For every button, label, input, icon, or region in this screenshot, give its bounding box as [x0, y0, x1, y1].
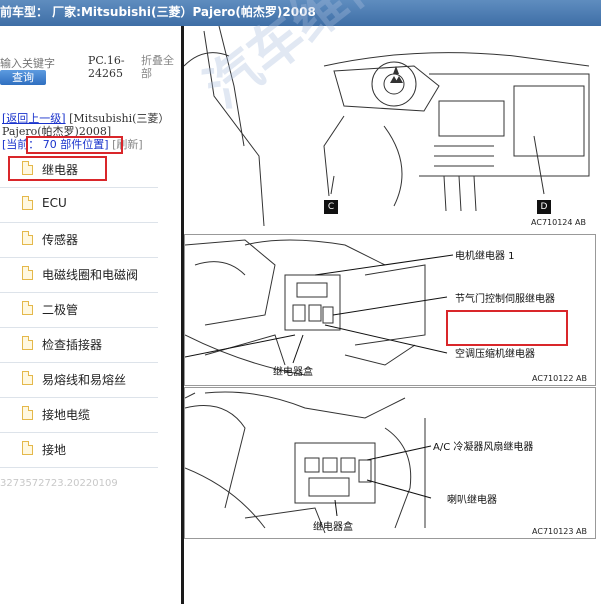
list-item-label: 传感器 — [42, 233, 79, 247]
list-item-label: 接地电缆 — [42, 408, 91, 422]
title-bar: 前车型： 厂家:Mitsubishi(三菱）Pajero(帕杰罗)2008 — [0, 0, 601, 26]
label-d: D — [537, 200, 551, 214]
highlight-box-relay — [8, 156, 107, 181]
callout-relay-box: 继电器盒 — [313, 522, 353, 533]
list-item-check-connector[interactable]: 检查插接器 — [0, 328, 158, 363]
document-icon — [22, 406, 33, 420]
search-button[interactable]: 查询 — [0, 70, 46, 85]
diagram-panel-dashboard: C D AC710124 AB — [184, 26, 594, 229]
callout-throttle-relay: 节气门控制伺服继电器 — [455, 294, 555, 305]
list-item-label: 易熔线和易熔丝 — [42, 373, 127, 387]
list-item-ecu[interactable]: ECU — [0, 188, 158, 223]
dashboard-illustration — [184, 26, 590, 227]
list-item-label: 接地 — [42, 443, 67, 457]
callout-relay-box: 继电器盒 — [273, 367, 313, 378]
fold-all-link[interactable]: 折叠全部 — [141, 54, 181, 80]
document-icon — [22, 336, 33, 350]
callout-motor-relay: 电机继电器 1 — [455, 251, 515, 262]
figure-code: AC710122 AB — [532, 374, 587, 383]
back-link[interactable]: [返回上一级] — [2, 112, 66, 125]
figure-code: AC710123 AB — [532, 527, 587, 536]
document-icon — [22, 371, 33, 385]
diagram-view: C D AC710124 AB 电机继电器 1 节气门控制伺服继电器 空调压缩机… — [184, 26, 601, 604]
list-item-diode[interactable]: 二极管 — [0, 293, 158, 328]
list-item-label: 检查插接器 — [42, 338, 103, 352]
callout-ac-compressor-relay: 空调压缩机继电器 — [455, 349, 535, 360]
document-icon — [22, 441, 33, 455]
list-item-ground[interactable]: 接地 — [0, 433, 158, 468]
search-input[interactable] — [0, 56, 68, 70]
category-list: 继电器 ECU 传感器 电磁线圈和电磁阀 二极管 检查插接器 易熔线和易熔丝 接… — [0, 153, 158, 468]
sidebar: 查询 PC.16-24265 折叠全部 [返回上一级] [Mitsubishi(… — [0, 26, 181, 604]
footer-id: 3273572723.20220109 — [0, 478, 118, 489]
callout-ac-fan-relay: A/C 冷凝器风扇继电器 — [433, 442, 534, 453]
label-c: C — [324, 200, 338, 214]
breadcrumb: [返回上一级] [Mitsubishi(三菱）Pajero(帕杰罗)2008] — [2, 112, 180, 138]
figure-code: AC710124 AB — [531, 218, 586, 227]
list-item-label: 电磁线圈和电磁阀 — [42, 268, 139, 282]
list-item-fusible-link[interactable]: 易熔线和易熔丝 — [0, 363, 158, 398]
list-item-ground-cable[interactable]: 接地电缆 — [0, 398, 158, 433]
highlight-box-current — [26, 136, 123, 154]
list-item-label: ECU — [42, 196, 67, 210]
document-icon — [22, 231, 33, 245]
relay-box-illustration-2 — [185, 391, 432, 534]
document-icon — [22, 301, 33, 315]
highlight-box-throttle — [446, 310, 568, 346]
list-item-sensor[interactable]: 传感器 — [0, 223, 158, 258]
title-text: 前车型： 厂家:Mitsubishi(三菱）Pajero(帕杰罗)2008 — [0, 5, 316, 19]
list-item-label: 二极管 — [42, 303, 79, 317]
pc-code: PC.16-24265 — [88, 54, 125, 80]
document-icon — [22, 266, 33, 280]
list-item-solenoid[interactable]: 电磁线圈和电磁阀 — [0, 258, 158, 293]
document-icon — [22, 196, 33, 210]
callout-horn-relay: 喇叭继电器 — [447, 495, 497, 506]
diagram-panel-relay-box-2: A/C 冷凝器风扇继电器 喇叭继电器 继电器盒 AC710123 AB — [184, 387, 596, 539]
